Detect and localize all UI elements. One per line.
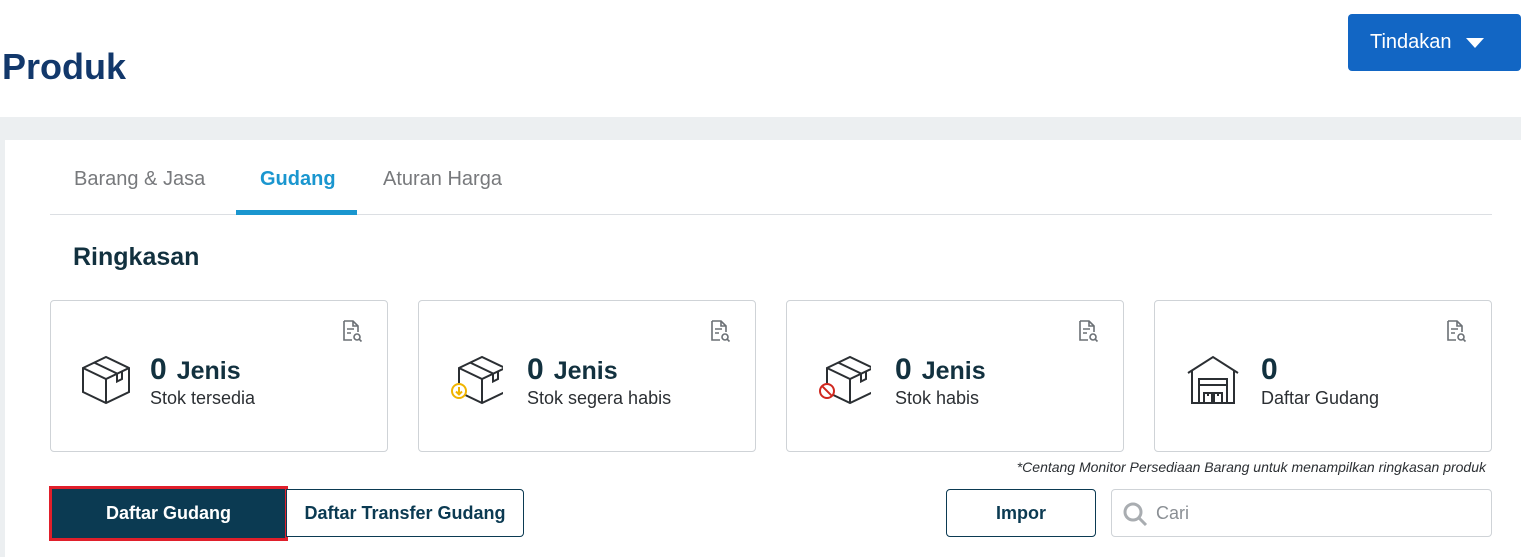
page-header: Produk Tindakan: [0, 0, 1521, 117]
low-stock-unit: Jenis: [553, 357, 618, 385]
active-tab-indicator: [236, 210, 357, 215]
available-unit: Jenis: [176, 357, 241, 385]
import-button[interactable]: Impor: [946, 489, 1096, 537]
report-icon[interactable]: [341, 319, 363, 343]
summary-card-available: 0 Jenis Stok tersedia: [50, 300, 388, 452]
search-input[interactable]: [1156, 498, 1476, 528]
warehouse-list-button[interactable]: Daftar Gudang: [49, 486, 288, 541]
tab-gudang[interactable]: Gudang: [260, 168, 336, 191]
page-title: Produk: [2, 46, 127, 87]
warehouse-transfer-list-button[interactable]: Daftar Transfer Gudang: [286, 489, 524, 537]
tab-bar: Barang & Jasa Gudang Aturan Harga: [50, 140, 1492, 215]
summary-card-out-of-stock: 0 Jenis Stok habis: [786, 300, 1124, 452]
search-field[interactable]: [1111, 489, 1492, 537]
out-of-stock-count: 0 Jenis: [895, 353, 986, 387]
report-icon[interactable]: [1445, 319, 1467, 343]
summary-card-warehouses: 0 Daftar Gudang: [1154, 300, 1492, 452]
summary-card-low-stock: 0 Jenis Stok segera habis: [418, 300, 756, 452]
box-low-stock-icon: [451, 355, 503, 405]
actions-dropdown-button[interactable]: Tindakan: [1348, 14, 1521, 71]
available-value: 0: [150, 353, 167, 386]
caret-down-icon: [1465, 37, 1484, 48]
out-of-stock-unit: Jenis: [921, 357, 986, 385]
summary-footnote: *Centang Monitor Persediaan Barang untuk…: [1016, 459, 1486, 475]
out-of-stock-value: 0: [895, 353, 912, 386]
box-icon: [82, 355, 130, 405]
report-icon[interactable]: [709, 319, 731, 343]
search-icon: [1123, 502, 1148, 527]
available-count: 0 Jenis: [150, 353, 241, 387]
actions-button-label: Tindakan: [1370, 31, 1452, 53]
warehouse-count: 0: [1261, 353, 1278, 387]
warehouse-label: Daftar Gudang: [1261, 388, 1380, 408]
report-icon[interactable]: [1077, 319, 1099, 343]
available-label: Stok tersedia: [150, 388, 256, 408]
warehouse-value: 0: [1261, 353, 1278, 386]
low-stock-label: Stok segera habis: [527, 388, 672, 408]
tab-aturan-harga[interactable]: Aturan Harga: [383, 168, 502, 191]
summary-title: Ringkasan: [73, 243, 200, 271]
box-out-of-stock-icon: [819, 355, 871, 405]
out-of-stock-label: Stok habis: [895, 388, 980, 408]
warehouse-icon: [1187, 355, 1239, 404]
low-stock-count: 0 Jenis: [527, 353, 618, 387]
tab-barang-jasa[interactable]: Barang & Jasa: [74, 168, 205, 191]
low-stock-value: 0: [527, 353, 544, 386]
